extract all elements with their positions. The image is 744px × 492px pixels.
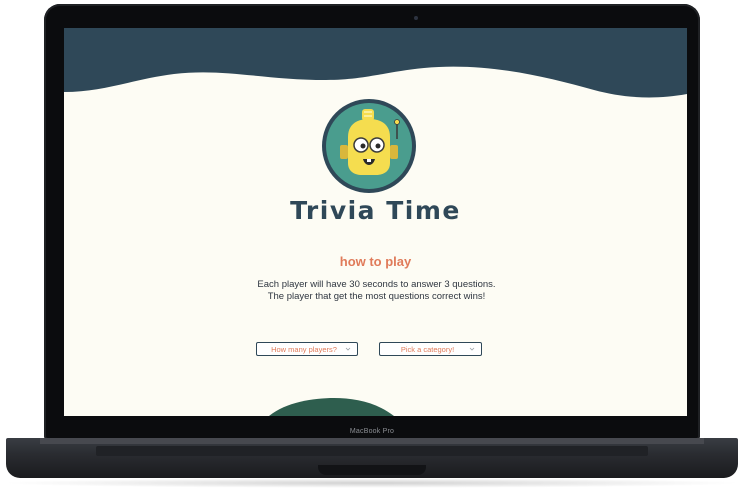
robot-mascot-icon [322,99,416,193]
hinge-strip [40,438,704,444]
category-select[interactable]: Pick a category! [379,342,482,356]
category-select-value: Pick a category! [400,344,455,354]
laptop-shadow [0,478,744,488]
instructions-text: Each player will have 30 seconds to answ… [257,279,496,302]
players-select[interactable]: How many players? [256,342,358,356]
chevron-down-icon [469,347,475,351]
top-wave-decoration [64,28,687,98]
camera-dot [414,16,418,20]
app-screen: Trivia Time how to play Each player will… [64,28,687,416]
chevron-down-icon [345,347,351,351]
laptop-mockup: Trivia Time how to play Each player will… [0,0,744,492]
keyboard-edge [96,446,648,456]
players-select-value: How many players? [271,344,337,354]
trackpad-notch [318,465,426,475]
app-title: Trivia Time [290,196,461,225]
device-model-label: MacBook Pro [349,428,395,435]
how-to-play-heading: how to play [339,254,412,269]
bottom-hill-decoration [269,398,394,416]
